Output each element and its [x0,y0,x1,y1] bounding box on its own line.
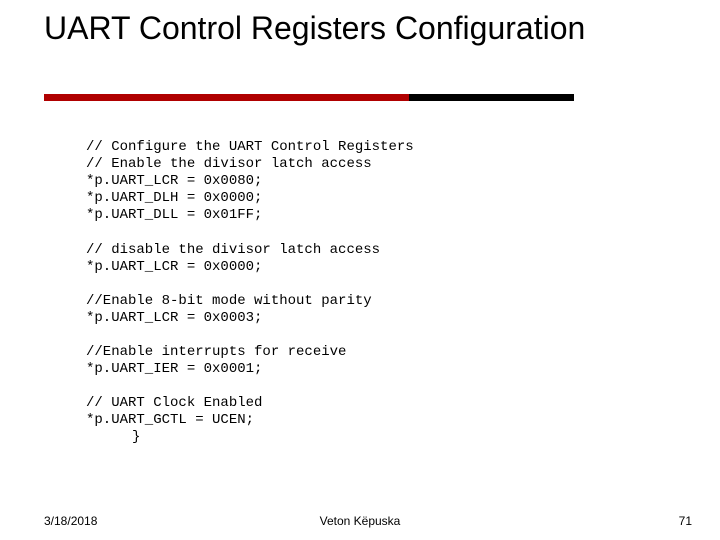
code-line: //Enable 8-bit mode without parity [86,293,372,309]
code-line: // Enable the divisor latch access [86,156,372,172]
code-line: *p.UART_DLL = 0x01FF; [86,207,262,223]
code-line: *p.UART_LCR = 0x0080; [86,173,262,189]
code-line: *p.UART_LCR = 0x0003; [86,310,262,326]
title-underline-red [44,94,409,101]
footer-author: Veton Këpuska [0,514,720,528]
code-line: *p.UART_IER = 0x0001; [86,361,262,377]
code-line: // disable the divisor latch access [86,242,380,258]
footer-page-number: 71 [679,514,692,528]
slide: UART Control Registers Configuration // … [0,0,720,540]
code-line: //Enable interrupts for receive [86,344,346,360]
slide-title: UART Control Registers Configuration [44,10,585,47]
code-line: *p.UART_DLH = 0x0000; [86,190,262,206]
code-block: // Configure the UART Control Registers … [86,122,414,429]
code-line: *p.UART_LCR = 0x0000; [86,259,262,275]
code-closing-brace: } [132,429,140,446]
code-line: *p.UART_GCTL = UCEN; [86,412,254,428]
code-line: // UART Clock Enabled [86,395,262,411]
code-line: // Configure the UART Control Registers [86,139,414,155]
